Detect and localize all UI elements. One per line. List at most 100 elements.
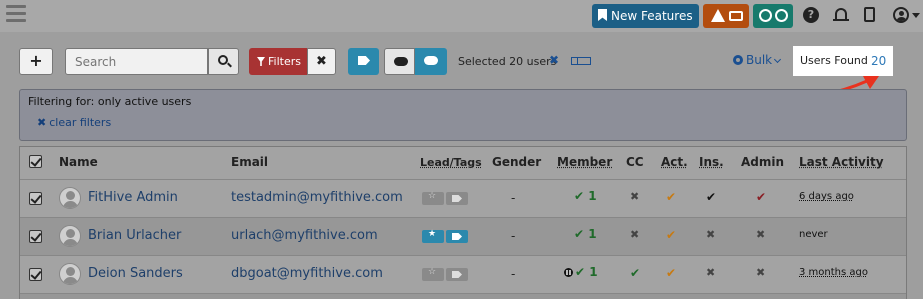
filters-button[interactable]: Filters — [249, 48, 307, 75]
table-row[interactable]: FitHive Admin testadmin@myfithive.com - … — [20, 180, 906, 218]
header-email[interactable]: Email — [231, 155, 268, 169]
ins-value: ✖ — [706, 266, 716, 279]
gears-icon — [733, 55, 743, 65]
chevron-down-icon — [774, 55, 782, 64]
header-member[interactable]: Member — [557, 155, 612, 169]
bookmark-icon — [598, 9, 607, 21]
clear-filters-button[interactable]: ✖ — [307, 48, 336, 75]
user-email-link[interactable]: testadmin@myfithive.com — [231, 190, 403, 205]
select-all-checkbox[interactable] — [29, 155, 42, 168]
cloud-upload-icon — [394, 57, 408, 66]
cc-value: ✖ — [630, 190, 640, 203]
alert-button[interactable] — [703, 4, 749, 28]
act-value: ✔ — [666, 266, 677, 280]
member-value: ✔ 1 — [574, 227, 597, 241]
cc-value: ✖ — [630, 228, 640, 241]
clear-filters-link[interactable]: ✖ clear filters — [37, 116, 111, 129]
avatar — [59, 187, 81, 209]
gender-value: - — [511, 267, 516, 281]
member-count: ✔ 1 — [575, 265, 598, 279]
new-features-button[interactable]: New Features — [592, 4, 699, 28]
act-value: ✔ — [666, 228, 677, 242]
tags-button[interactable] — [348, 48, 379, 75]
table-header: Name Email Lead/Tags Gender Member CC Ac… — [20, 147, 906, 180]
clear-selection-icon[interactable]: ✖ — [549, 53, 559, 67]
gender-value: - — [511, 229, 516, 243]
header-cc[interactable]: CC — [626, 155, 644, 169]
selected-count: Selected 20 users — [458, 55, 557, 68]
user-email-link[interactable]: urlach@myfithive.com — [231, 228, 378, 243]
play-icon — [775, 9, 788, 22]
last-activity-value: 3 months ago — [799, 267, 868, 278]
header-last-activity[interactable]: Last Activity — [799, 155, 884, 169]
tag-icon[interactable] — [446, 268, 468, 281]
users-found-count: 20 — [871, 54, 887, 68]
selection-grid-icon[interactable] — [571, 57, 591, 65]
member-value: ✔ 1 — [564, 265, 598, 279]
search-button[interactable] — [208, 48, 239, 75]
admin-value: ✖ — [756, 228, 766, 241]
search-input[interactable] — [65, 48, 208, 75]
last-activity-value: 6 days ago — [799, 191, 854, 202]
ins-value: ✖ — [706, 228, 716, 241]
last-activity-value: never — [799, 229, 828, 240]
users-table: Name Email Lead/Tags Gender Member CC Ac… — [19, 146, 907, 299]
member-value: ✔ 1 — [574, 189, 597, 203]
help-icon[interactable]: ? — [803, 7, 819, 23]
user-email-link[interactable]: dbgoat@myfithive.com — [231, 266, 383, 281]
row-checkbox[interactable] — [29, 230, 42, 243]
header-name[interactable]: Name — [59, 155, 98, 169]
cloud-download-button[interactable] — [415, 48, 447, 75]
table-row[interactable]: Brian Urlacher urlach@myfithive.com - ✔ … — [20, 218, 906, 256]
new-features-label: New Features — [611, 9, 693, 23]
star-icon[interactable] — [422, 191, 444, 205]
close-icon: ✖ — [37, 116, 47, 129]
table-row[interactable] — [20, 294, 906, 299]
top-bar: New Features ? — [0, 0, 923, 32]
bulk-label: Bulk — [746, 53, 773, 67]
credit-card-icon — [729, 11, 743, 21]
users-found-label: Users Found — [800, 54, 868, 67]
cloud-upload-button[interactable] — [384, 48, 415, 75]
warning-icon — [711, 9, 725, 22]
menu-icon[interactable] — [6, 5, 26, 23]
gender-value: - — [511, 191, 516, 205]
timer-button[interactable] — [753, 4, 793, 28]
avatar — [59, 225, 81, 247]
header-act[interactable]: Act. — [661, 155, 688, 169]
tag-icon[interactable] — [446, 192, 468, 205]
pause-icon — [564, 268, 573, 277]
filter-icon — [257, 57, 265, 66]
user-name-link[interactable]: Brian Urlacher — [88, 228, 181, 243]
star-icon[interactable] — [422, 267, 444, 281]
table-row[interactable]: Deion Sanders dbgoat@myfithive.com - ✔ 1… — [20, 256, 906, 294]
phone-icon[interactable] — [864, 7, 875, 22]
user-icon[interactable] — [893, 7, 909, 23]
caret-down-icon[interactable] — [912, 13, 920, 18]
header-lead-tags[interactable]: Lead/Tags — [420, 156, 482, 169]
tag-icon — [358, 56, 370, 65]
bell-icon[interactable] — [833, 7, 849, 23]
filters-label: Filters — [268, 55, 301, 68]
header-admin[interactable]: Admin — [741, 155, 784, 169]
user-name-link[interactable]: Deion Sanders — [88, 266, 183, 281]
cc-value: ✔ — [630, 266, 641, 280]
clock-icon — [759, 9, 772, 22]
bulk-dropdown[interactable]: Bulk — [733, 53, 782, 67]
star-icon[interactable] — [422, 229, 444, 243]
row-checkbox[interactable] — [29, 192, 42, 205]
header-gender[interactable]: Gender — [492, 155, 541, 169]
avatar — [59, 263, 81, 285]
act-value: ✔ — [666, 190, 677, 204]
user-name-link[interactable]: FitHive Admin — [88, 190, 178, 205]
add-user-button[interactable]: + — [19, 48, 53, 75]
header-ins[interactable]: Ins. — [699, 155, 724, 169]
cloud-download-icon — [424, 56, 438, 65]
filter-description: Filtering for: only active users — [28, 95, 192, 108]
active-filters-panel: Filtering for: only active users ✖ clear … — [19, 89, 907, 141]
admin-value: ✔ — [756, 190, 767, 204]
ins-value: ✔ — [706, 190, 717, 204]
row-checkbox[interactable] — [29, 268, 42, 281]
tag-icon[interactable] — [446, 230, 468, 243]
clear-filters-label: clear filters — [49, 116, 112, 129]
